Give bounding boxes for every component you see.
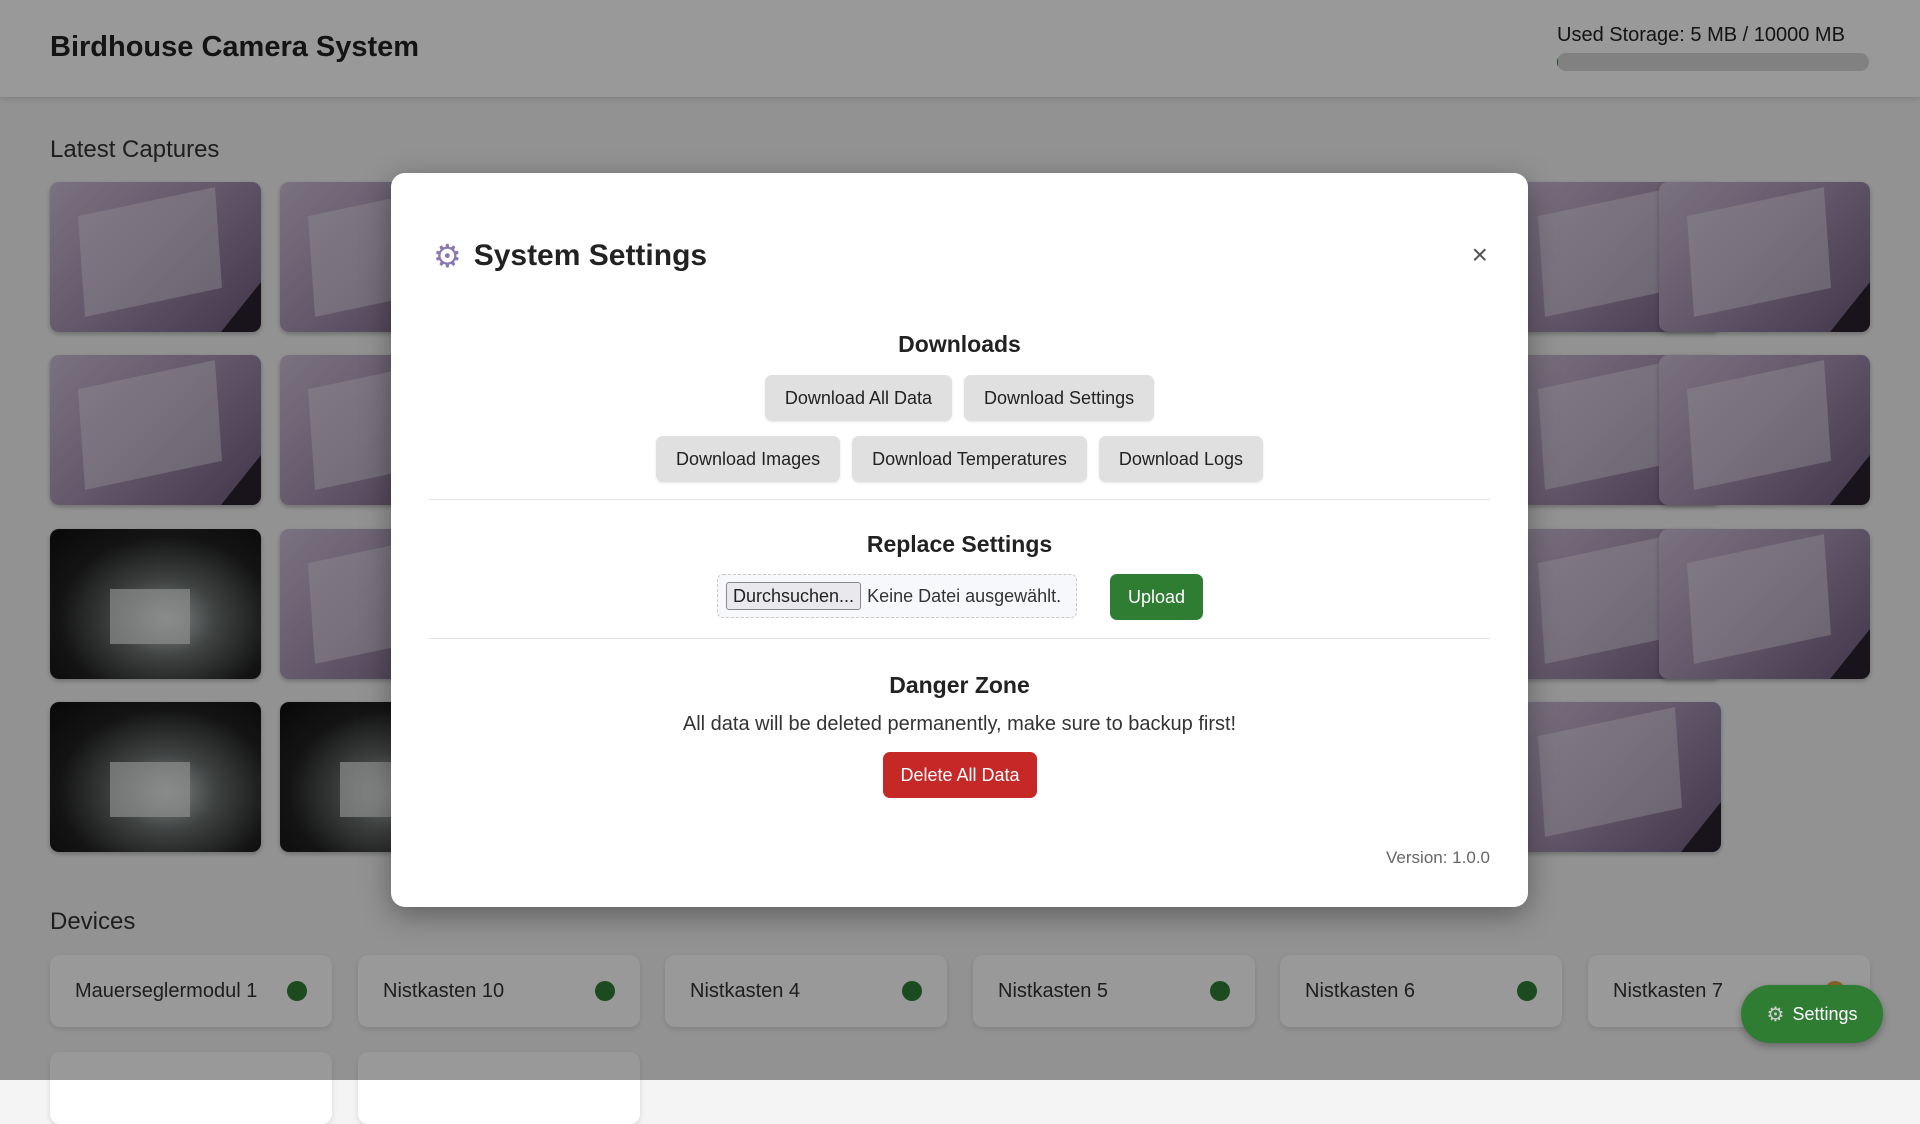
divider (429, 499, 1490, 500)
downloads-row-2: Download Images Download Temperatures Do… (391, 436, 1528, 482)
modal-title: System Settings (474, 239, 707, 273)
replace-settings-section: Replace Settings (429, 531, 1490, 558)
download-logs-button[interactable]: Download Logs (1099, 436, 1263, 482)
settings-fab-button[interactable]: ⚙ Settings (1741, 985, 1883, 1043)
settings-modal: ⚙ System Settings × Downloads Download A… (391, 173, 1528, 907)
downloads-row-1: Download All Data Download Settings (391, 375, 1528, 421)
download-all-data-button[interactable]: Download All Data (765, 375, 952, 421)
divider (429, 638, 1490, 639)
close-button[interactable]: × (1472, 241, 1488, 269)
modal-header: ⚙ System Settings (433, 239, 707, 273)
downloads-title: Downloads (429, 331, 1490, 358)
browse-button[interactable]: Durchsuchen... (726, 582, 861, 610)
upload-button[interactable]: Upload (1110, 574, 1203, 620)
download-images-button[interactable]: Download Images (656, 436, 840, 482)
danger-warning-text: All data will be deleted permanently, ma… (391, 713, 1528, 736)
danger-zone-section: Danger Zone (429, 672, 1490, 699)
replace-settings-title: Replace Settings (429, 531, 1490, 558)
danger-zone-title: Danger Zone (429, 672, 1490, 699)
gear-icon: ⚙ (433, 240, 462, 272)
gear-icon: ⚙ (1767, 1002, 1785, 1027)
version-label: Version: 1.0.0 (1386, 848, 1490, 868)
delete-all-data-button[interactable]: Delete All Data (883, 752, 1037, 798)
file-input[interactable]: Durchsuchen... Keine Datei ausgewählt. (717, 574, 1077, 618)
download-temperatures-button[interactable]: Download Temperatures (852, 436, 1087, 482)
downloads-section: Downloads (429, 331, 1490, 358)
file-status-text: Keine Datei ausgewählt. (867, 586, 1061, 607)
settings-fab-label: Settings (1792, 1004, 1857, 1025)
download-settings-button[interactable]: Download Settings (964, 375, 1154, 421)
